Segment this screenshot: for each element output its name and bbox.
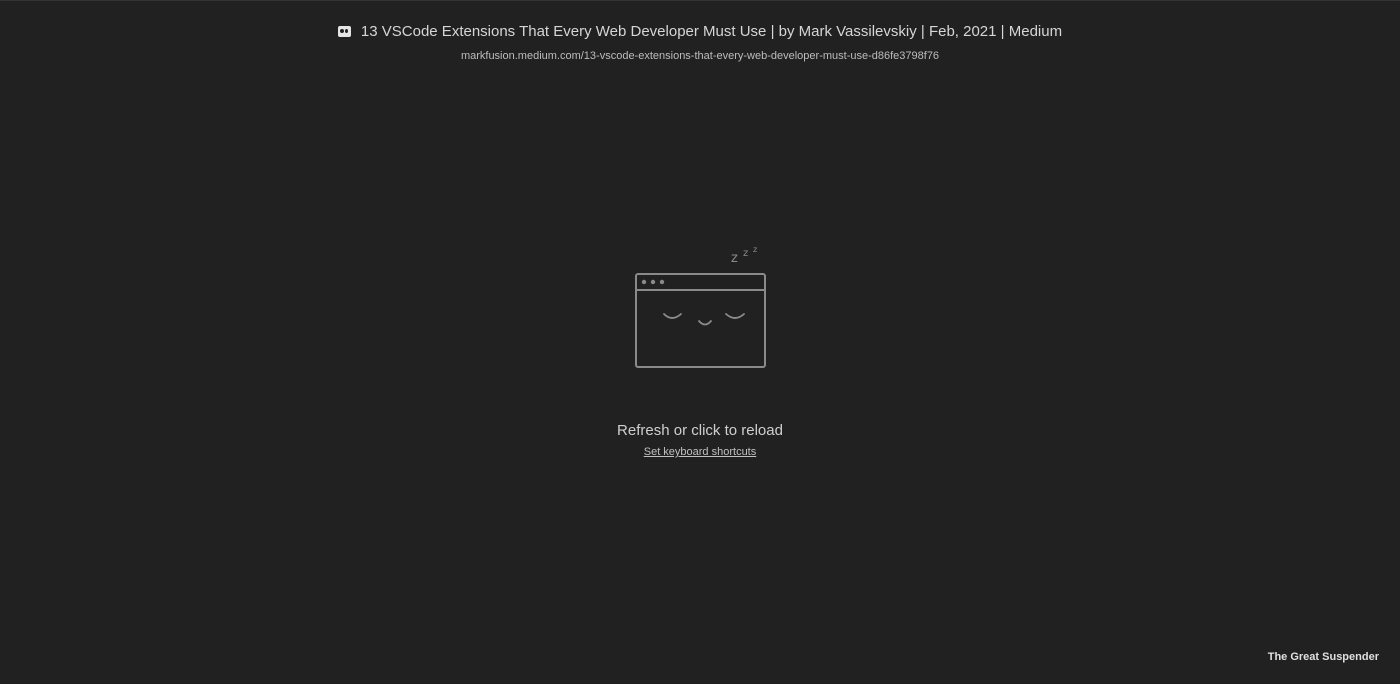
sleeping-browser-icon[interactable]: z z z xyxy=(630,240,770,372)
zzz-2: z xyxy=(743,248,748,259)
suspended-tab-header: 13 VSCode Extensions That Every Web Deve… xyxy=(0,20,1400,62)
reload-message[interactable]: Refresh or click to reload xyxy=(0,422,1400,439)
brand-label: The Great Suspender xyxy=(1267,651,1379,663)
shortcuts-link-container: Set keyboard shortcuts xyxy=(0,446,1400,458)
zzz-1: z xyxy=(731,251,738,266)
zzz-3: z xyxy=(753,245,757,254)
top-divider xyxy=(0,0,1400,1)
tab-url: markfusion.medium.com/13-vscode-extensio… xyxy=(460,49,940,62)
tab-title[interactable]: 13 VSCode Extensions That Every Web Deve… xyxy=(361,23,1062,40)
medium-favicon-icon xyxy=(337,25,351,37)
set-keyboard-shortcuts-link[interactable]: Set keyboard shortcuts xyxy=(644,446,757,458)
tab-title-row[interactable]: 13 VSCode Extensions That Every Web Deve… xyxy=(337,23,1062,40)
